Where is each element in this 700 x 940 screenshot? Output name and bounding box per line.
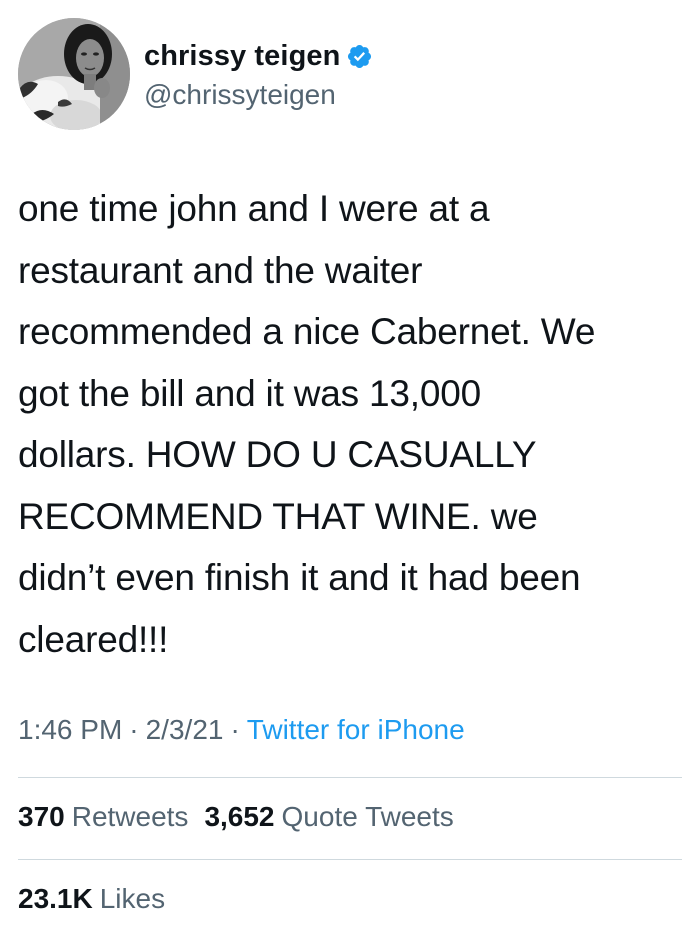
profile-photo-icon: [18, 18, 130, 130]
divider: [18, 859, 682, 860]
retweets-label: Retweets: [71, 801, 189, 832]
tweet-card: chrissy teigen @chrissyteigen one time j…: [0, 0, 700, 940]
likes-label: Likes: [99, 883, 166, 914]
quote-tweets-label: Quote Tweets: [281, 801, 454, 832]
tweet-time[interactable]: 1:46 PM: [18, 714, 122, 746]
meta-separator: ·: [230, 714, 240, 745]
likes-stats: 23.1K Likes: [18, 883, 165, 915]
retweets-stat[interactable]: 370 Retweets: [18, 801, 188, 833]
tweet-header: chrissy teigen @chrissyteigen: [18, 18, 373, 130]
quote-tweets-count: 3,652: [204, 801, 275, 832]
retweets-count: 370: [18, 801, 65, 832]
tweet-date[interactable]: 2/3/21: [146, 714, 224, 746]
verified-badge-icon: [346, 43, 373, 70]
tweet-meta: 1:46 PM · 2/3/21 · Twitter for iPhone: [18, 714, 465, 746]
quote-tweets-stat[interactable]: 3,652 Quote Tweets: [204, 801, 453, 833]
tweet-text: one time john and I were at a restaurant…: [18, 188, 596, 660]
display-name[interactable]: chrissy teigen: [144, 40, 340, 73]
engagement-stats: 370 Retweets 3,652 Quote Tweets: [18, 801, 454, 833]
likes-count: 23.1K: [18, 883, 93, 914]
likes-stat[interactable]: 23.1K Likes: [18, 883, 165, 915]
author-names: chrissy teigen @chrissyteigen: [144, 37, 373, 111]
avatar[interactable]: [18, 18, 130, 130]
tweet-source-link[interactable]: Twitter for iPhone: [247, 714, 465, 746]
meta-separator: ·: [129, 714, 139, 745]
author-handle[interactable]: @chrissyteigen: [144, 79, 373, 111]
divider: [18, 777, 682, 778]
display-name-row: chrissy teigen: [144, 37, 373, 75]
